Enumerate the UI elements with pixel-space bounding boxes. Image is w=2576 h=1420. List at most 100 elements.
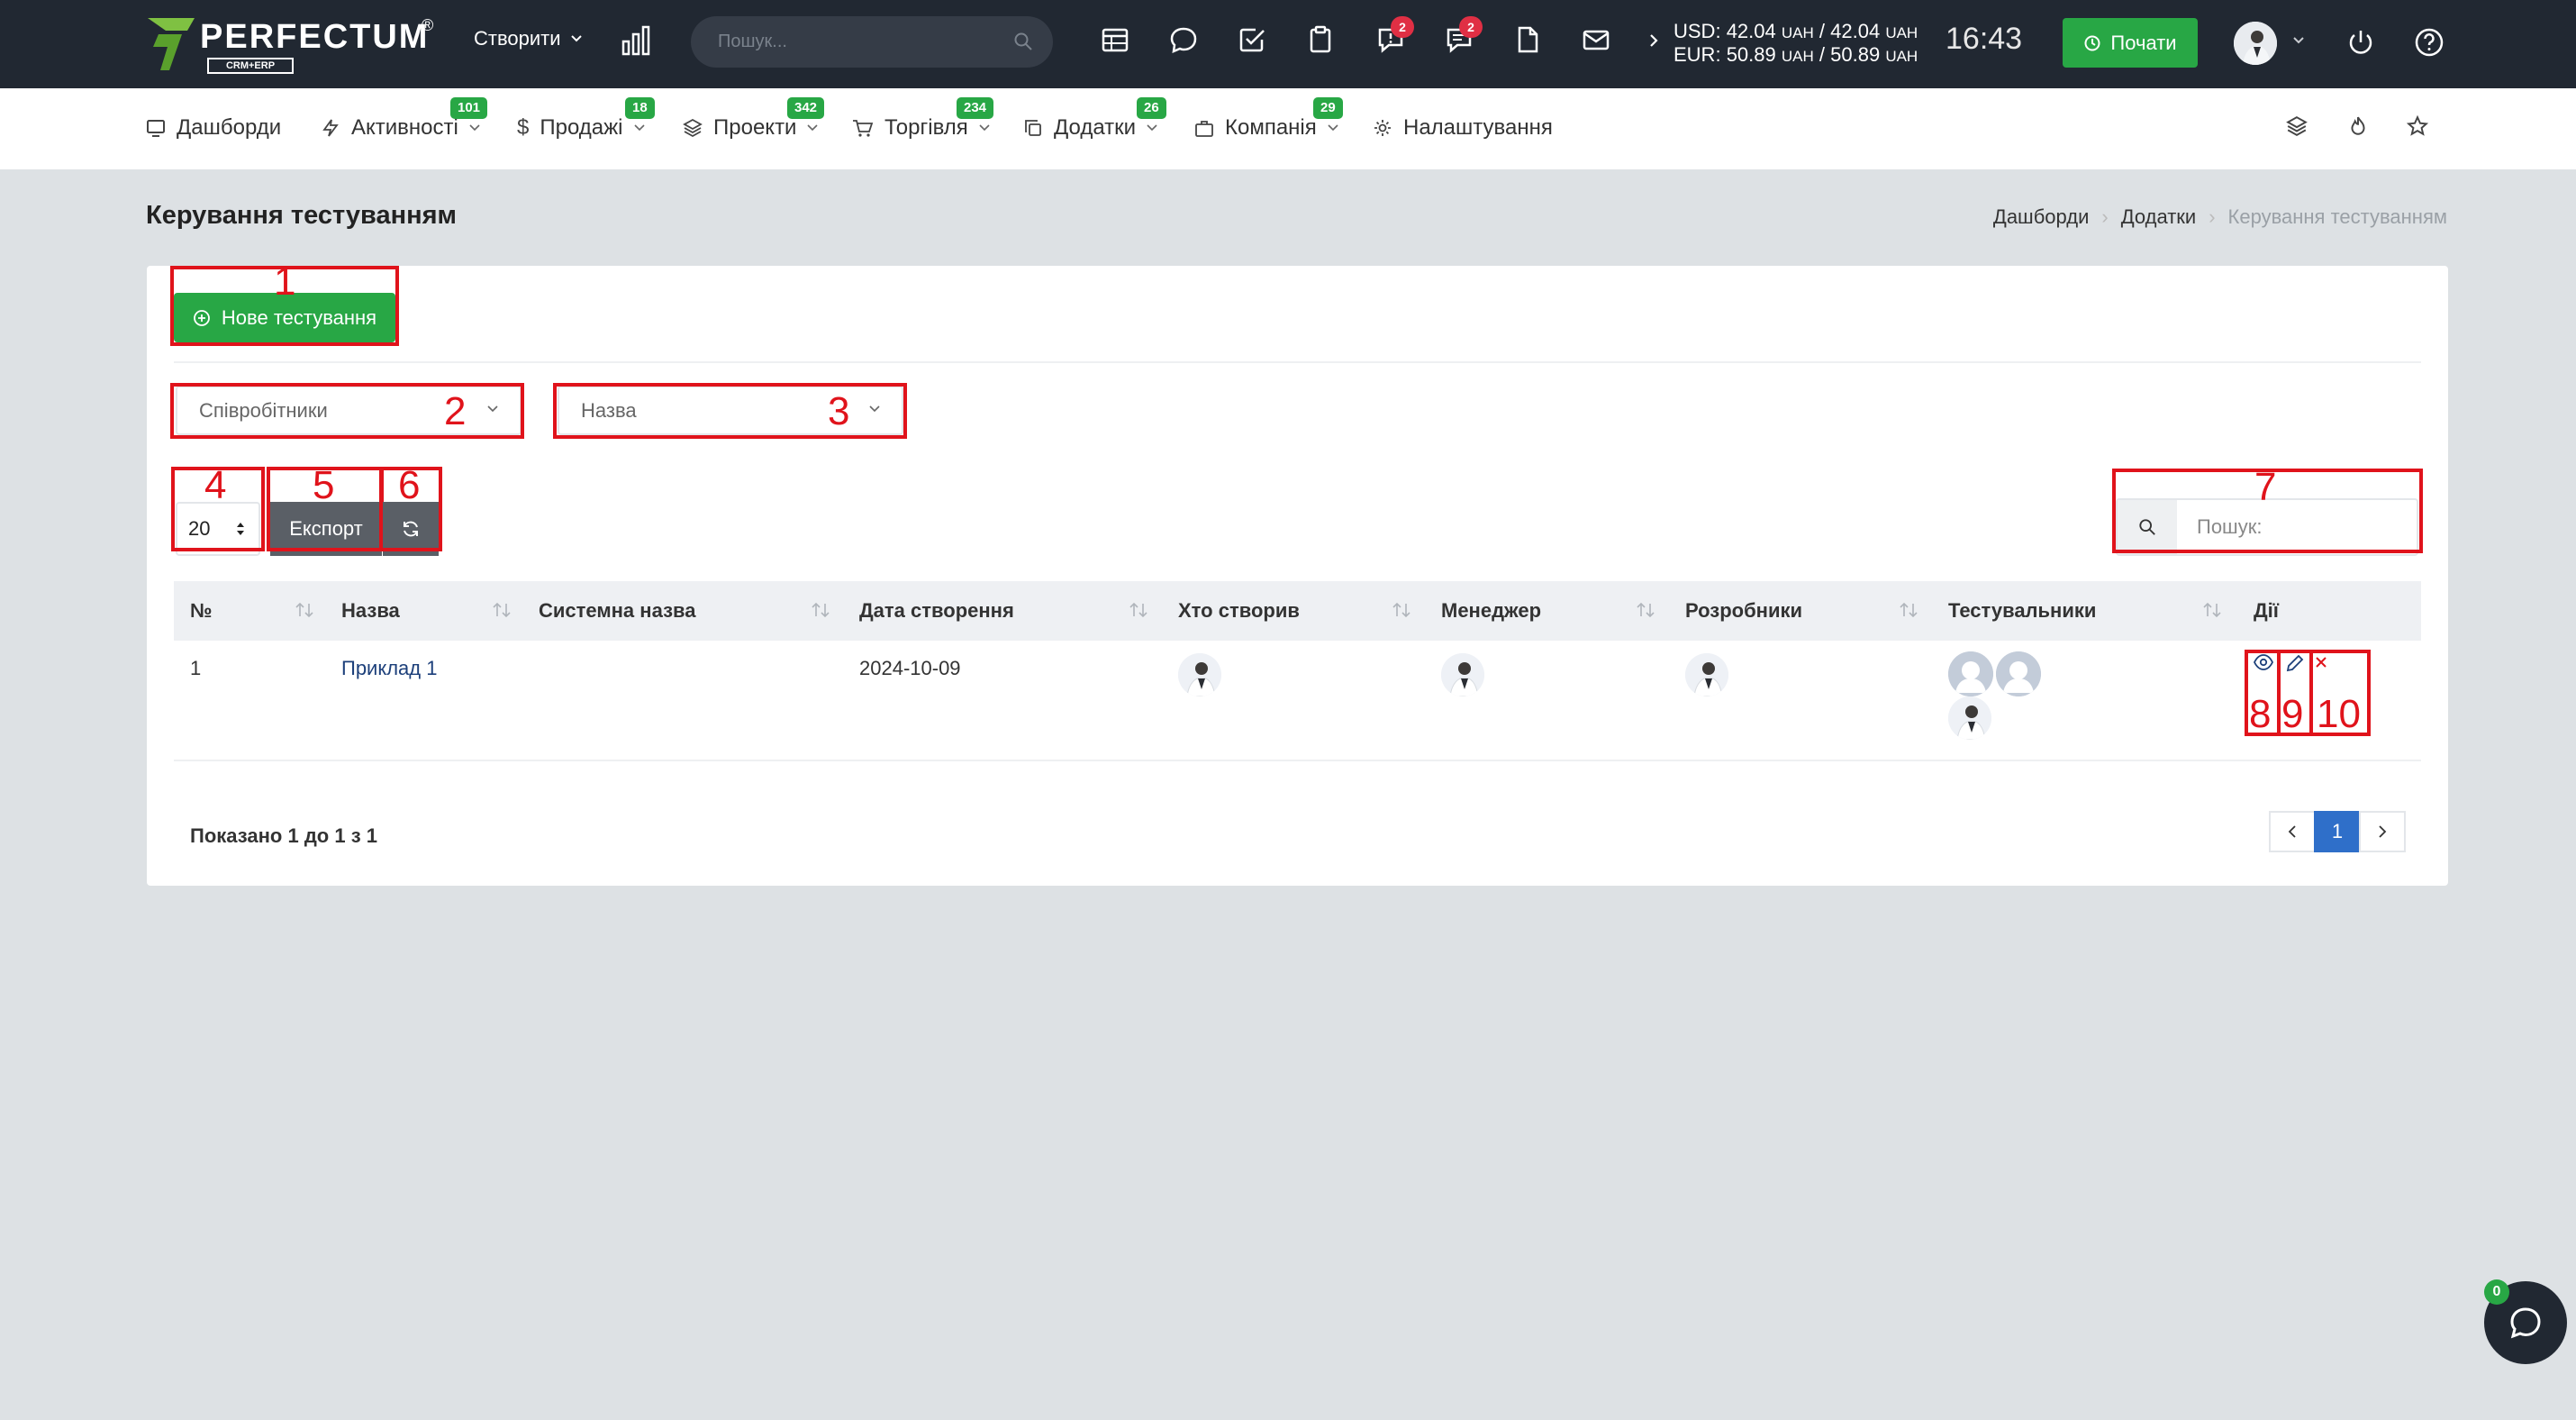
global-search[interactable] (691, 16, 1053, 68)
mail-icon (1583, 30, 1610, 50)
feedback-badge: 2 (1391, 16, 1414, 38)
delete-icon[interactable] (2314, 655, 2328, 669)
annotation-number: 7 (2254, 465, 2277, 509)
sort-icon[interactable] (1636, 601, 1655, 619)
nav-label: Торгівля (884, 115, 968, 140)
flame-icon (2351, 116, 2365, 135)
nav-badge: 26 (1137, 97, 1166, 119)
nav-item-addons[interactable]: Додатки 26 (1023, 97, 1166, 141)
user-photo-icon (1178, 653, 1221, 696)
nav-item-settings[interactable]: Налаштування (1373, 115, 1553, 141)
refresh-button[interactable] (383, 502, 439, 556)
table-row: 1 Приклад 1 2024-10-09 8 9 10 (174, 641, 2421, 761)
tester-avatar[interactable] (1948, 696, 1991, 740)
pagination-next[interactable] (2359, 811, 2406, 852)
sort-icon[interactable] (2202, 601, 2222, 619)
layers-icon (2286, 116, 2308, 136)
clipboard-icon (1310, 25, 1331, 53)
nav-label: Налаштування (1403, 115, 1553, 140)
nav-item-activities[interactable]: Активності 101 (321, 97, 488, 141)
sort-icon[interactable] (1899, 601, 1918, 619)
column-header-developers[interactable]: Розробники (1685, 599, 1802, 623)
nav-badge: 18 (625, 97, 655, 119)
brand-logo[interactable]: PERFECTUM ® CRM+ERP (146, 13, 443, 76)
page-length-select[interactable]: 20 (176, 502, 260, 556)
annotation-number: 3 (828, 389, 850, 433)
calendar-button[interactable] (1101, 25, 1129, 54)
pagination-prev[interactable] (2269, 811, 2316, 852)
cell-name-link[interactable]: Приклад 1 (341, 657, 437, 680)
logo-mark-icon (148, 18, 195, 70)
chat-badge: 0 (2484, 1279, 2509, 1305)
column-header-system-name[interactable]: Системна назва (539, 599, 695, 623)
column-header-created[interactable]: Дата створення (859, 599, 1014, 623)
breadcrumb-separator: › (2209, 205, 2216, 228)
tester-avatar-placeholder[interactable] (1996, 651, 2041, 696)
creator-avatar[interactable] (1178, 653, 1221, 696)
stats-button[interactable] (621, 25, 650, 56)
column-header-testers[interactable]: Тестувальники (1948, 599, 2096, 623)
breadcrumb-addons[interactable]: Додатки (2121, 205, 2196, 229)
pagination-page-1[interactable]: 1 (2314, 811, 2361, 852)
sort-icon[interactable] (1392, 601, 1411, 619)
edit-icon[interactable] (2285, 653, 2305, 673)
tester-avatar-placeholder[interactable] (1948, 651, 1993, 696)
currency-toggle[interactable] (1648, 32, 1659, 49)
chat-widget-button[interactable]: 0 (2484, 1279, 2567, 1364)
files-button[interactable] (1513, 25, 1542, 54)
nav-item-sales[interactable]: $ Продажі 18 (517, 97, 655, 141)
clipboard-button[interactable] (1306, 25, 1335, 54)
column-header-creator[interactable]: Хто створив (1178, 599, 1300, 623)
breadcrumb-dashboards[interactable]: Дашборди (1993, 205, 2089, 229)
cell-created-date: 2024-10-09 (859, 657, 961, 679)
developer-avatar[interactable] (1685, 653, 1728, 696)
nav-item-dashboards[interactable]: Дашборди (146, 115, 281, 141)
user-menu-toggle[interactable] (2292, 36, 2305, 45)
sort-icon[interactable] (492, 601, 512, 619)
messages-button[interactable] (1169, 25, 1198, 54)
column-header-actions: Дії (2254, 599, 2279, 622)
chevron-down-icon (487, 405, 498, 413)
nav-item-company[interactable]: Компанія 29 (1194, 97, 1343, 141)
logout-button[interactable] (2345, 27, 2376, 58)
nav-label: Додатки (1054, 115, 1137, 140)
annotation-number: 5 (313, 463, 335, 507)
global-search-input[interactable] (718, 16, 988, 68)
view-icon[interactable] (2253, 653, 2274, 671)
sort-icon[interactable] (1129, 601, 1148, 619)
feedback-button[interactable]: 2 (1376, 16, 1414, 54)
user-placeholder-icon (1996, 651, 2041, 696)
name-filter[interactable]: Назва (558, 386, 903, 435)
column-header-number[interactable]: № (190, 599, 213, 623)
column-header-name[interactable]: Назва (341, 599, 400, 623)
help-button[interactable] (2414, 27, 2444, 58)
start-timer-button[interactable]: Почати (2063, 18, 2198, 68)
user-photo-icon (2234, 22, 2277, 65)
sort-icon[interactable] (811, 601, 830, 619)
table-search-input[interactable] (2181, 500, 2413, 554)
layers-button[interactable] (2286, 115, 2308, 137)
favorites-button[interactable] (2407, 115, 2428, 137)
employees-filter[interactable]: Співробітники (176, 386, 522, 435)
chevron-down-icon (633, 124, 645, 132)
nav-item-projects[interactable]: Проекти 342 (683, 97, 825, 141)
export-button[interactable]: Експорт (270, 502, 382, 556)
column-header-manager[interactable]: Менеджер (1441, 599, 1541, 623)
divider (174, 361, 2421, 363)
mail-button[interactable] (1582, 25, 1610, 54)
new-testing-label: Нове тестування (221, 305, 377, 329)
sort-icon[interactable] (295, 601, 314, 619)
nav-badge: 234 (957, 97, 994, 119)
tasks-button[interactable] (1238, 25, 1266, 54)
annotation-number: 1 (274, 259, 296, 304)
nav-item-trade[interactable]: Торгівля 234 (852, 97, 994, 141)
chat-bubble-icon (2510, 1307, 2541, 1339)
create-menu[interactable]: Створити (474, 27, 583, 50)
discussions-button[interactable]: 2 (1445, 16, 1483, 54)
hot-button[interactable] (2347, 115, 2369, 137)
manager-avatar[interactable] (1441, 653, 1484, 696)
power-icon (2349, 31, 2372, 54)
nav-label: Продажі (540, 115, 623, 140)
user-avatar[interactable] (2234, 22, 2277, 65)
nav-badge: 29 (1313, 97, 1343, 119)
